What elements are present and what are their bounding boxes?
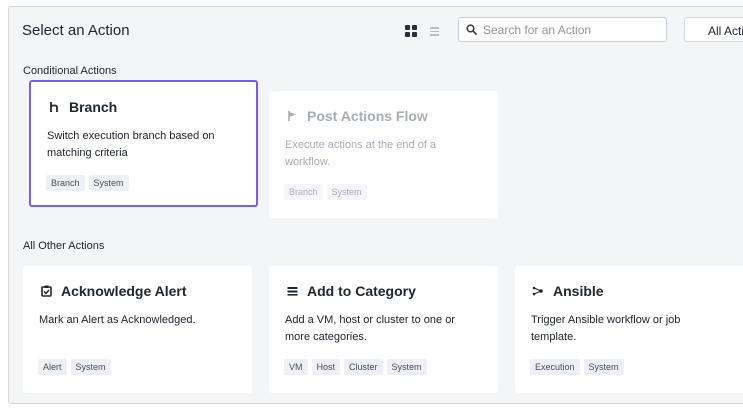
search-input[interactable] [483,21,659,38]
action-card-post-actions-flow[interactable]: Post Actions Flow Execute actions at the… [269,91,498,218]
tag: Branch [284,184,323,200]
tag: System [386,359,427,375]
action-picker-panel: Select an Action All Actions Conditional… [8,6,743,404]
action-card-branch[interactable]: Branch Switch execution branch based on … [29,80,258,207]
ansible-icon [531,285,545,299]
list-view-icon[interactable] [430,25,442,37]
card-title: Ansible [553,283,604,299]
filter-dropdown[interactable]: All Actions [684,17,743,42]
page-title: Select an Action [22,22,130,39]
card-description: Switch execution branch based on matchin… [47,130,215,159]
action-card-acknowledge-alert[interactable]: Acknowledge Alert Mark an Alert as Ackno… [23,266,252,393]
grid-view-icon[interactable] [405,25,419,39]
search-icon [466,24,477,35]
search-box [458,17,667,42]
tag: Execution [530,359,580,375]
action-card-ansible[interactable]: Ansible Trigger Ansible workflow or job … [515,266,743,393]
card-description: Add a VM, host or cluster to one or more… [285,314,455,343]
clipboard-check-icon [39,285,53,299]
branch-icon [47,101,61,115]
card-description: Execute actions at the end of a workflow… [285,139,437,168]
tag: System [88,175,129,191]
card-title: Post Actions Flow [307,108,428,124]
tag: Cluster [344,359,383,375]
action-card-add-to-category[interactable]: Add to Category Add a VM, host or cluste… [269,266,498,393]
tag: Alert [38,359,67,375]
card-description: Mark an Alert as Acknowledged. [39,314,196,326]
section-heading-conditional: Conditional Actions [23,65,117,77]
tag: System [70,359,111,375]
card-title: Branch [69,99,118,115]
list-icon [285,285,299,299]
tag: System [326,184,367,200]
tag: VM [284,359,308,375]
card-description: Trigger Ansible workflow or job template… [531,314,681,343]
card-title: Add to Category [307,283,416,299]
tag: Branch [46,175,85,191]
card-title: Acknowledge Alert [61,283,187,299]
flag-icon [285,110,299,124]
tag: System [583,359,624,375]
section-heading-other: All Other Actions [23,240,105,252]
tag: Host [311,359,341,375]
